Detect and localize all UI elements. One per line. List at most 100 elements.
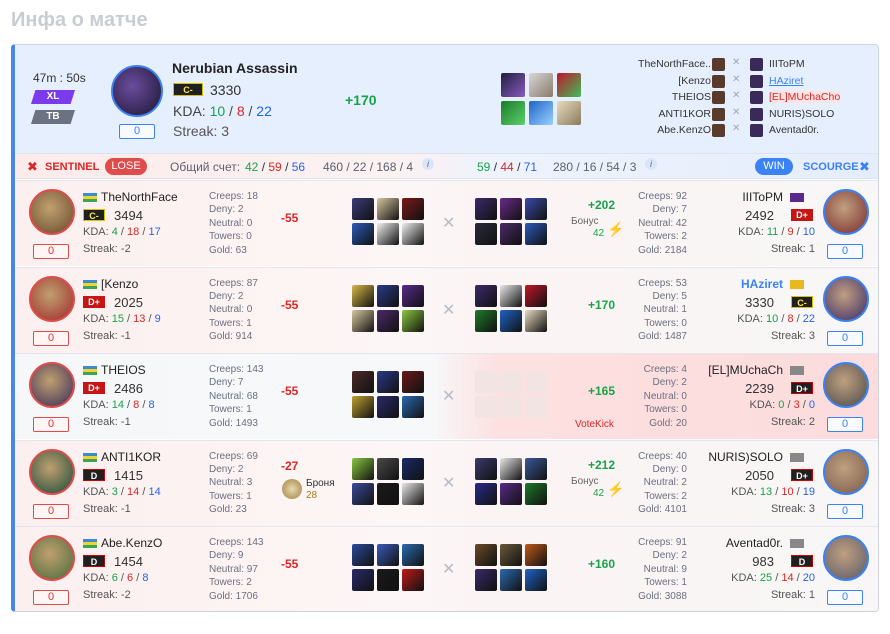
hero-avatar[interactable] (823, 535, 869, 581)
hero-avatar[interactable] (823, 275, 869, 322)
bonus-value: 42 (593, 487, 605, 499)
item-icon (500, 198, 522, 220)
player-kda: KDA: 10 / 8 / 22 (737, 312, 815, 325)
rating-delta: -55 (281, 384, 299, 398)
item-icon (352, 457, 374, 480)
farm-stats: Creeps: 92 Deny: 7 Neutral: 42 Towers: 2 Gol… (638, 191, 687, 256)
scourge-player-name[interactable]: HAziret (769, 75, 803, 87)
country-flag-icon (790, 366, 804, 375)
lose-badge: LOSE (105, 158, 147, 175)
item-icon (475, 284, 497, 307)
player-streak: Streak: 3 (173, 123, 230, 139)
hero-avatar[interactable] (823, 189, 869, 235)
reports-counter[interactable]: 0 (827, 417, 863, 432)
sentinel-totals: 460 / 22 / 168 / 4 (323, 160, 414, 174)
reports-counter[interactable]: 0 (33, 244, 69, 259)
country-flag-icon (83, 452, 97, 462)
sentinel-player-name[interactable]: THEIOS (672, 91, 711, 103)
player-name[interactable]: HAziret (741, 277, 783, 291)
item-icon (377, 482, 399, 505)
info-icon[interactable]: i (422, 158, 434, 170)
sentinel-player-name[interactable]: ANTI1KOR (658, 108, 711, 120)
hero-avatar[interactable] (823, 362, 869, 408)
item-icon (402, 198, 424, 220)
item-icon (525, 309, 547, 332)
reports-counter[interactable]: 0 (119, 124, 155, 139)
player-name[interactable]: ANTI1KOR (101, 450, 177, 464)
item-icon (500, 396, 522, 418)
hero-avatar[interactable] (29, 448, 75, 495)
item-icon (352, 198, 374, 220)
info-icon[interactable]: i (645, 158, 657, 170)
reports-counter[interactable]: 0 (33, 590, 69, 605)
sentinel-player-name[interactable]: [Kenzo (678, 75, 711, 87)
lightning-icon: ⚡ (607, 221, 625, 237)
player-name[interactable]: Abe.KenzO (101, 536, 177, 550)
reports-counter[interactable]: 0 (33, 417, 69, 432)
player-kda: KDA: 14 / 8 / 8 (83, 399, 155, 411)
player-row: 0 TheNorthFace C- 3494 KDA: 4 / 18 / 17 Strea… (15, 180, 878, 266)
mode-xl-badge: XL (31, 90, 75, 104)
item-icon (525, 482, 547, 505)
reports-counter[interactable]: 0 (827, 503, 863, 519)
rating-delta: -55 (281, 211, 299, 225)
swords-icon: ✕ (442, 388, 456, 405)
player-streak: Streak: 3 (770, 329, 815, 342)
player-streak: Streak: -2 (83, 243, 131, 255)
scourge-label: SCOURGE (803, 161, 859, 173)
player-kda: KDA: 6 / 6 / 8 (83, 572, 149, 584)
country-flag-icon (83, 366, 97, 375)
scourge-player-name[interactable]: [EL]MUchaCho (769, 91, 841, 103)
match-duration: 47m : 50s (33, 71, 86, 85)
hero-avatar[interactable] (111, 65, 163, 117)
reports-counter[interactable]: 0 (33, 330, 69, 346)
votekick-label[interactable]: VoteKick (575, 419, 614, 430)
player-kda: KDA: 13 / 10 / 19 (731, 485, 815, 498)
sentinel-player-name[interactable]: Abe.KenzO (657, 124, 711, 136)
hero-avatar[interactable] (29, 275, 75, 322)
crossed-swords-icon: ✖ (859, 159, 870, 174)
reports-counter[interactable]: 0 (827, 590, 863, 605)
item-icon (377, 284, 399, 307)
reports-counter[interactable]: 0 (827, 244, 863, 259)
item-icon (402, 309, 424, 332)
item-icon (475, 198, 497, 220)
scourge-player-name[interactable]: NURIS)SOLO (769, 108, 834, 120)
player-name[interactable]: [Kenzo (101, 277, 177, 291)
armor-label: Броня (306, 477, 335, 489)
player-name[interactable]: TheNorthFace (101, 190, 177, 204)
player-row: 0 ANTI1KOR D 1415 KDA: 3 / 14 / 14 Streak: -1… (15, 439, 878, 526)
player-rating: 3330 (210, 82, 242, 98)
hero-avatar[interactable] (29, 362, 75, 408)
shield-icon: ✕ (732, 73, 741, 85)
player-rating: 2025 (114, 294, 143, 310)
player-kda: KDA: 25 / 14 / 20 (731, 572, 815, 584)
swords-icon: ✕ (442, 474, 456, 492)
hero-avatar[interactable] (29, 535, 75, 581)
player-kda: KDA: 10 / 8 / 22 (173, 103, 272, 119)
item-icon (475, 371, 497, 393)
reports-counter[interactable]: 0 (827, 330, 863, 346)
hero-avatar[interactable] (29, 189, 75, 235)
player-kda: KDA: 0 / 3 / 0 (749, 399, 815, 411)
player-name[interactable]: NURIS)SOLO (708, 450, 783, 464)
reports-counter[interactable]: 0 (33, 503, 69, 519)
item-icon (501, 73, 525, 97)
item-icon (500, 569, 522, 591)
scourge-player-name[interactable]: IIIToPM (769, 58, 805, 70)
shield-icon: ✕ (732, 106, 741, 118)
item-icon (525, 396, 547, 418)
hero-avatar[interactable] (823, 448, 869, 495)
swords-icon: ✕ (442, 215, 456, 232)
crossed-swords-icon: ✖ (27, 159, 38, 174)
item-icon (525, 457, 547, 480)
rating-delta: -27 (281, 458, 299, 473)
item-icon (402, 284, 424, 307)
player-name[interactable]: IIIToPM (742, 190, 783, 204)
player-rank-badge: D+ (791, 382, 813, 394)
sentinel-player-name[interactable]: TheNorthFace.. (638, 58, 711, 70)
player-name[interactable]: THEIOS (101, 363, 177, 377)
scourge-player-name[interactable]: Aventad0r. (769, 124, 819, 136)
player-name[interactable]: [EL]MUchaCh (708, 363, 783, 377)
player-name[interactable]: Aventad0r. (726, 536, 783, 550)
